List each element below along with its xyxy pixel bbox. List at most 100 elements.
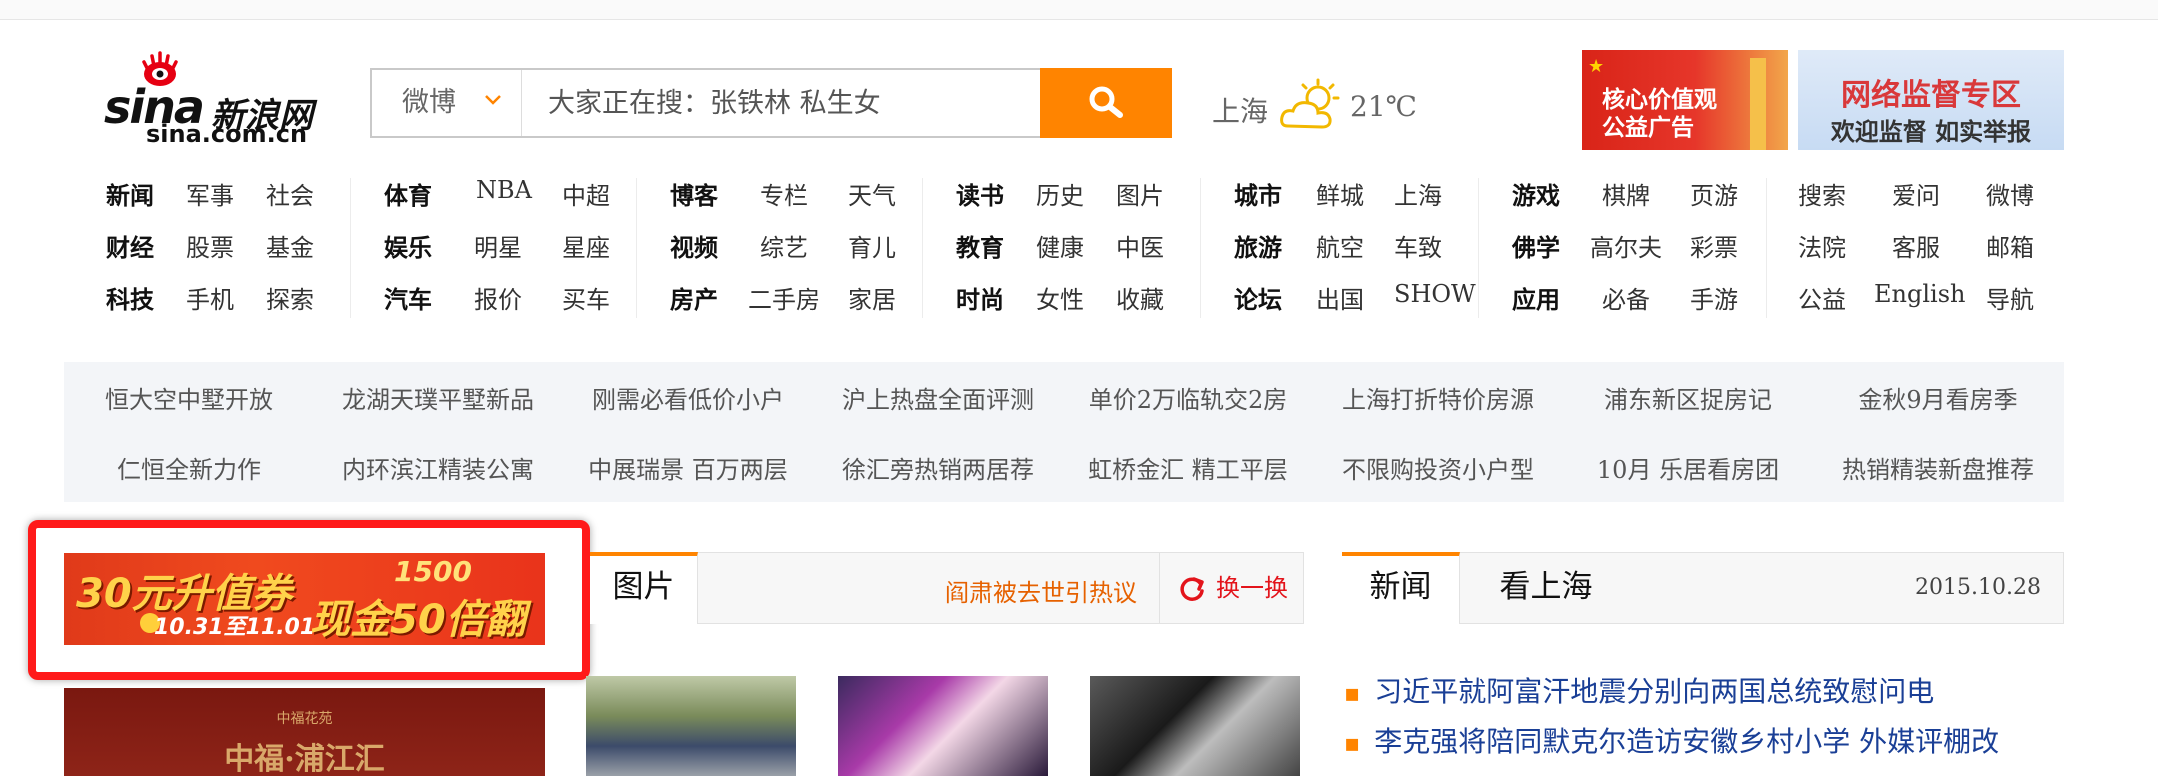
news-headline-link[interactable]: ▪ 李克强将陪同默克尔造访安徽乡村小学 外媒评棚改: [1344, 720, 1999, 760]
property-link[interactable]: 中展瑞景 百万两层: [588, 450, 788, 485]
nav-link[interactable]: 搜索: [1798, 176, 1846, 211]
nav-link[interactable]: 佛学: [1512, 228, 1560, 263]
nav-link[interactable]: 基金: [266, 228, 314, 263]
property-link[interactable]: 龙湖天璞平墅新品: [342, 380, 534, 415]
nav-link[interactable]: 教育: [956, 228, 1004, 263]
property-link[interactable]: 单价2万临轨交2房: [1089, 380, 1288, 415]
nav-link[interactable]: 专栏: [760, 176, 808, 211]
tab-shanghai[interactable]: 看上海: [1481, 552, 1611, 624]
nav-link[interactable]: 时尚: [956, 280, 1004, 315]
nav-link[interactable]: 客服: [1892, 228, 1940, 263]
sina-logo[interactable]: sina 新浪网 sina.com.cn: [104, 50, 334, 150]
nav-link[interactable]: 微博: [1986, 176, 2034, 211]
nav-link[interactable]: 房产: [670, 280, 718, 315]
photo-thumbnail[interactable]: [1090, 676, 1300, 776]
nav-link[interactable]: NBA: [476, 176, 532, 204]
nav-link[interactable]: 邮箱: [1986, 228, 2034, 263]
nav-link[interactable]: 鲜城: [1316, 176, 1364, 211]
property-link[interactable]: 仁恒全新力作: [117, 450, 261, 485]
tab-pictures[interactable]: 图片: [590, 552, 698, 624]
nav-link[interactable]: 二手房: [748, 280, 820, 315]
core-values-ad[interactable]: ★ 核心价值观 公益广告: [1582, 50, 1788, 150]
weather-city[interactable]: 上海: [1212, 90, 1268, 130]
nav-link[interactable]: 新闻: [106, 176, 154, 211]
nav-link[interactable]: 体育: [384, 176, 432, 211]
estate-ad[interactable]: 中福花苑 中福·浦江汇: [64, 688, 545, 776]
nav-link[interactable]: 历史: [1036, 176, 1084, 211]
nav-link[interactable]: 读书: [956, 176, 1004, 211]
nav-link[interactable]: 手游: [1690, 280, 1738, 315]
nav-link[interactable]: 手机: [186, 280, 234, 315]
nav-link[interactable]: 游戏: [1512, 176, 1560, 211]
property-link[interactable]: 刚需必看低价小户: [592, 380, 784, 415]
tab-news[interactable]: 新闻: [1342, 552, 1460, 624]
nav-link[interactable]: 高尔夫: [1590, 228, 1662, 263]
nav-link[interactable]: 军事: [186, 176, 234, 211]
nav-link[interactable]: 法院: [1798, 228, 1846, 263]
nav-link[interactable]: 中医: [1116, 228, 1164, 263]
nav-link[interactable]: 中超: [562, 176, 610, 211]
search-button[interactable]: [1040, 68, 1172, 138]
logo-domain-text: sina.com.cn: [146, 120, 308, 148]
property-link[interactable]: 徐汇旁热销两居荐: [842, 450, 1034, 485]
nav-link[interactable]: 棋牌: [1602, 176, 1650, 211]
nav-link[interactable]: 财经: [106, 228, 154, 263]
nav-link[interactable]: 航空: [1316, 228, 1364, 263]
nav-link[interactable]: 博客: [670, 176, 718, 211]
news-headline-link[interactable]: ▪ 习近平就阿富汗地震分别向两国总统致慰问电: [1344, 670, 1934, 710]
photo-thumbnail[interactable]: [586, 676, 796, 776]
nav-link[interactable]: 娱乐: [384, 228, 432, 263]
photo-thumbnail[interactable]: [838, 676, 1048, 776]
search-type-dropdown[interactable]: 微博: [372, 70, 522, 136]
nav-link[interactable]: 页游: [1690, 176, 1738, 211]
nav-link[interactable]: 视频: [670, 228, 718, 263]
nav-link[interactable]: SHOW: [1394, 280, 1476, 308]
nav-link[interactable]: 探索: [266, 280, 314, 315]
nav-link[interactable]: 公益: [1798, 280, 1846, 315]
pictures-headline-link[interactable]: 阎肃被去世引热议: [945, 573, 1137, 608]
property-link[interactable]: 不限购投资小户型: [1342, 450, 1534, 485]
nav-link[interactable]: 必备: [1602, 280, 1650, 315]
nav-link[interactable]: 爱问: [1892, 176, 1940, 211]
property-link[interactable]: 浦东新区捉房记: [1604, 380, 1772, 415]
nav-link[interactable]: 育儿: [848, 228, 896, 263]
core-values-line2: 公益广告: [1602, 115, 1694, 141]
nav-link[interactable]: English: [1874, 280, 1965, 308]
property-link[interactable]: 10月 乐居看房团: [1597, 450, 1779, 485]
nav-link[interactable]: 论坛: [1234, 280, 1282, 315]
nav-link[interactable]: 社会: [266, 176, 314, 211]
nav-link[interactable]: 科技: [106, 280, 154, 315]
network-supervision-ad[interactable]: 网络监督专区 欢迎监督 如实举报: [1798, 50, 2064, 150]
property-link[interactable]: 内环滨江精装公寓: [342, 450, 534, 485]
property-link[interactable]: 虹桥金汇 精工平层: [1088, 450, 1288, 485]
nav-link[interactable]: 导航: [1986, 280, 2034, 315]
nav-link[interactable]: 车致: [1394, 228, 1442, 263]
nav-link[interactable]: 城市: [1234, 176, 1282, 211]
nav-link[interactable]: 应用: [1512, 280, 1560, 315]
property-link[interactable]: 金秋9月看房季: [1858, 380, 2017, 415]
nav-link[interactable]: 出国: [1316, 280, 1364, 315]
nav-link[interactable]: 综艺: [760, 228, 808, 263]
nav-link[interactable]: 汽车: [384, 280, 432, 315]
nav-link[interactable]: 上海: [1394, 176, 1442, 211]
nav-link[interactable]: 家居: [848, 280, 896, 315]
nav-link[interactable]: 天气: [848, 176, 896, 211]
property-link[interactable]: 热销精装新盘推荐: [1842, 450, 2034, 485]
nav-link[interactable]: 报价: [474, 280, 522, 315]
nav-link[interactable]: 买车: [562, 280, 610, 315]
property-link[interactable]: 沪上热盘全面评测: [842, 380, 1034, 415]
nav-group-news: 新闻 军事 社会 财经 股票 基金 科技 手机 探索: [106, 176, 326, 316]
nav-link[interactable]: 股票: [186, 228, 234, 263]
nav-link[interactable]: 彩票: [1690, 228, 1738, 263]
nav-link[interactable]: 明星: [474, 228, 522, 263]
refresh-button[interactable]: 换一换: [1159, 553, 1305, 623]
property-link[interactable]: 恒大空中墅开放: [105, 380, 273, 415]
nav-link[interactable]: 星座: [562, 228, 610, 263]
nav-link[interactable]: 收藏: [1116, 280, 1164, 315]
nav-link[interactable]: 图片: [1116, 176, 1164, 211]
property-link[interactable]: 上海打折特价房源: [1342, 380, 1534, 415]
nav-link[interactable]: 女性: [1036, 280, 1084, 315]
search-input[interactable]: [524, 70, 1034, 136]
nav-link[interactable]: 健康: [1036, 228, 1084, 263]
nav-link[interactable]: 旅游: [1234, 228, 1282, 263]
